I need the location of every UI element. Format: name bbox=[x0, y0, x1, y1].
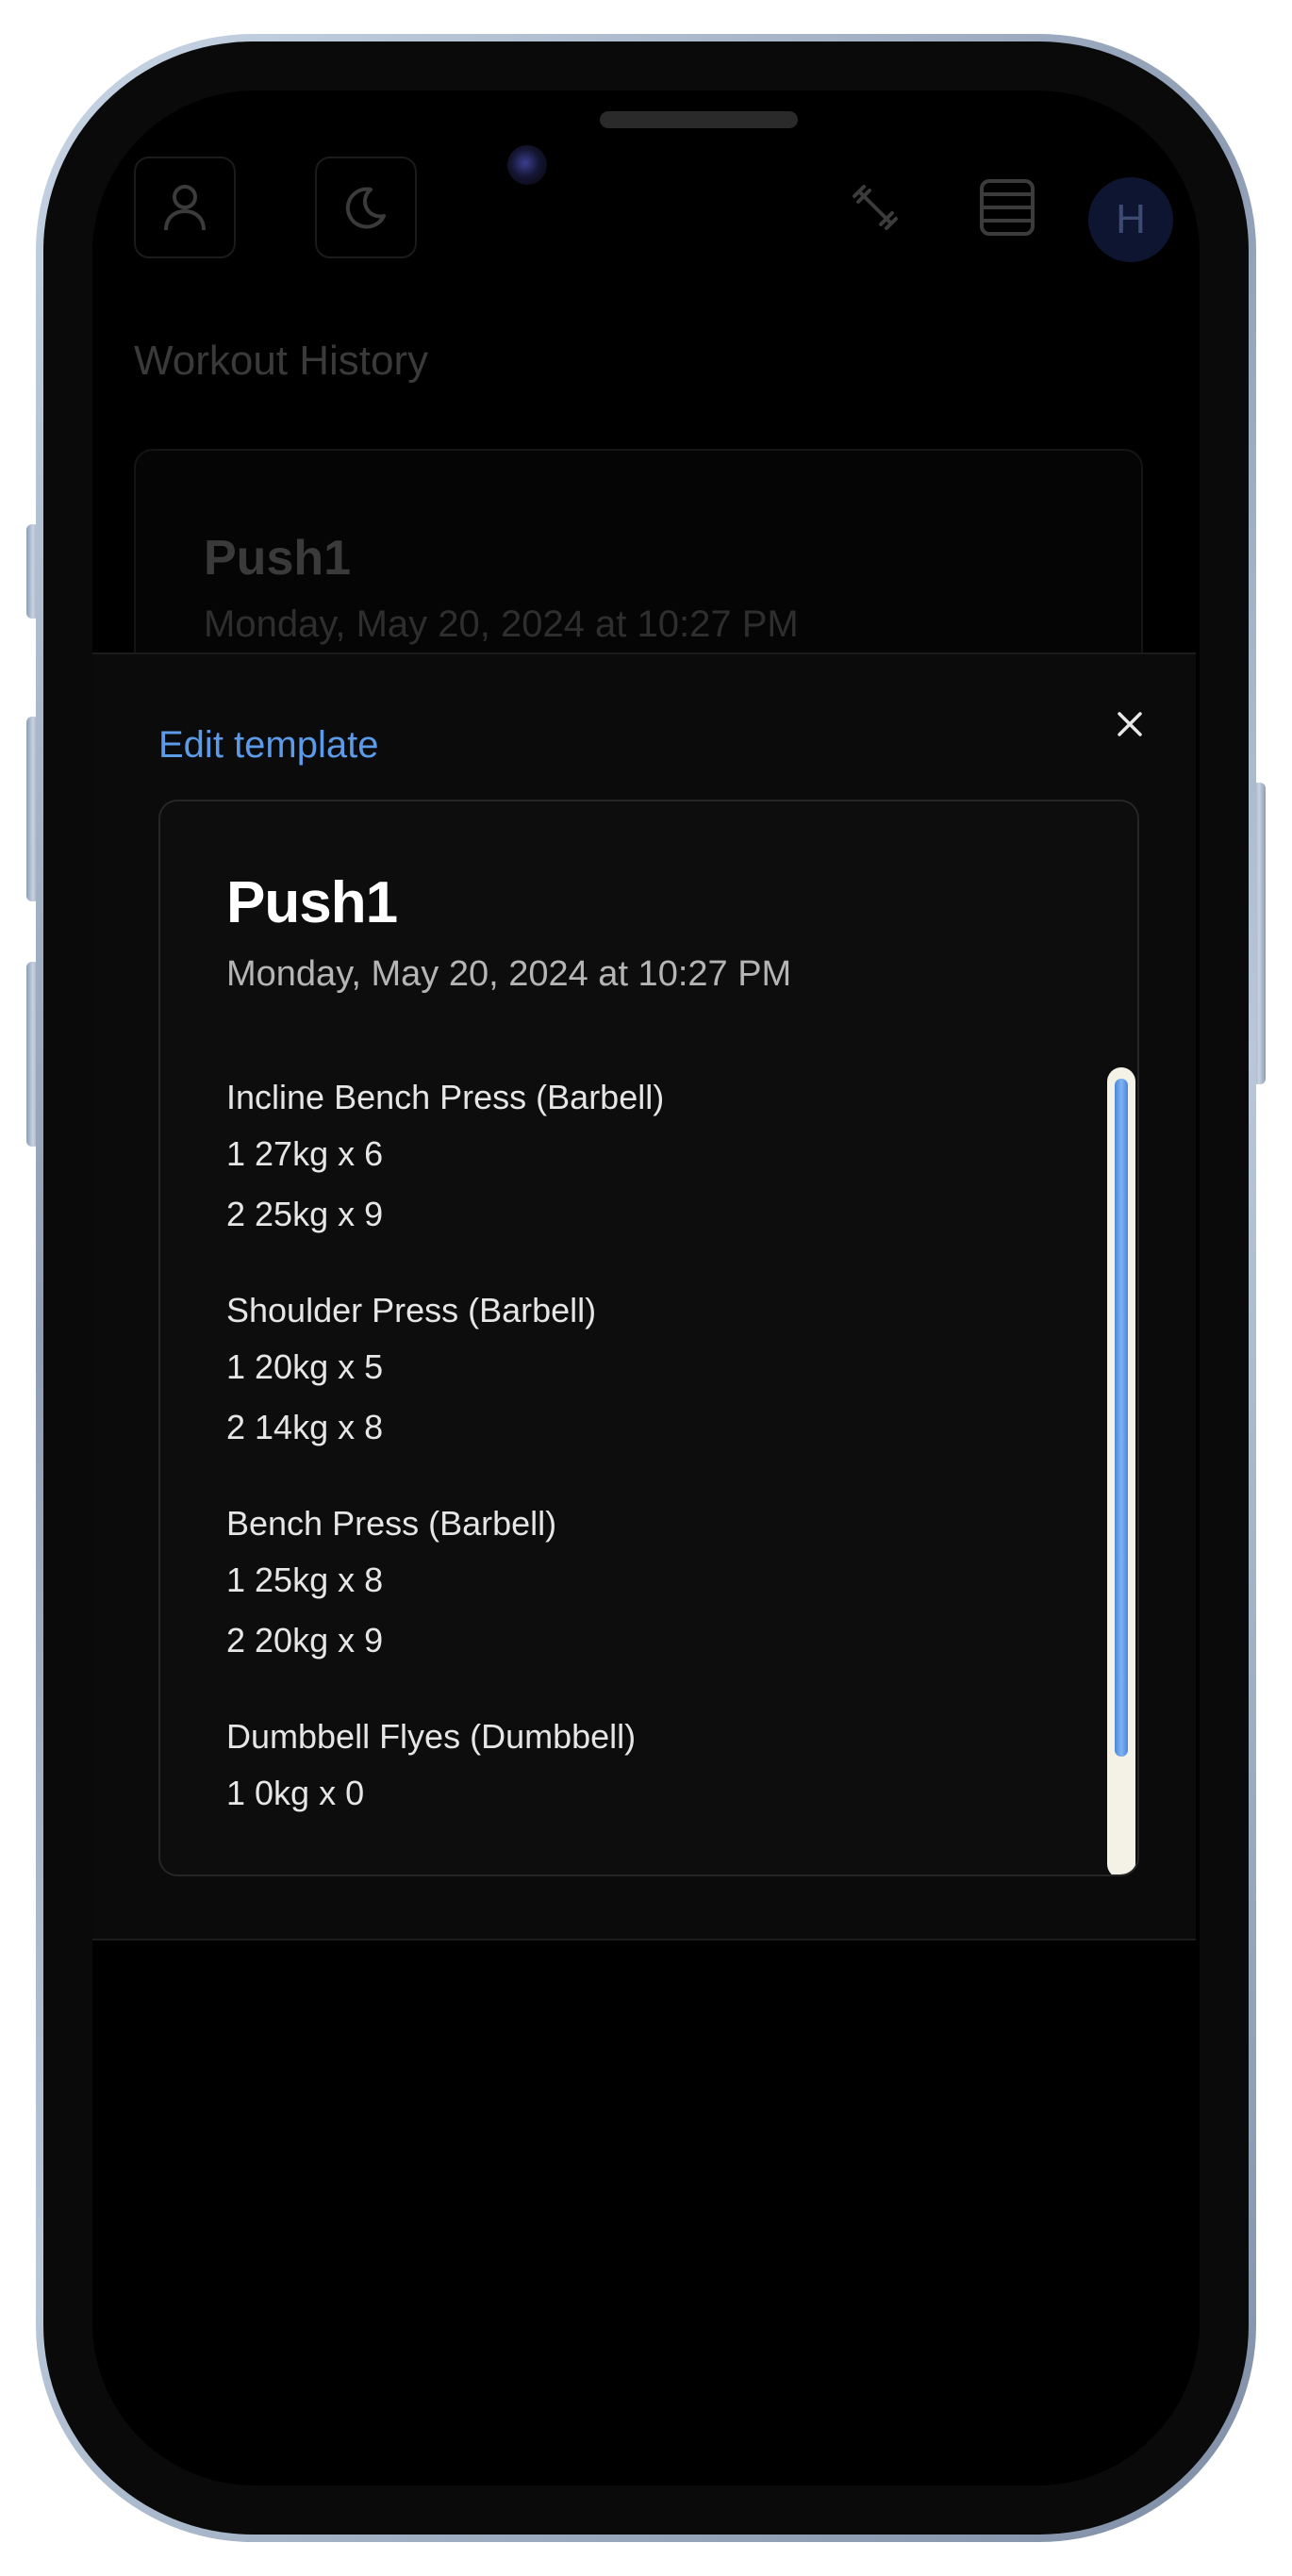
workout-detail-card: Push1 Monday, May 20, 2024 at 10:27 PM I… bbox=[158, 800, 1139, 1876]
workout-detail-modal: Edit template Push1 Monday, May 20, 2024… bbox=[92, 652, 1196, 1940]
set-row: 2 14kg x 8 bbox=[226, 1408, 384, 1446]
set-row: 1 27kg x 6 bbox=[226, 1134, 384, 1173]
moon-icon bbox=[345, 187, 386, 229]
scrollbar[interactable] bbox=[1107, 1067, 1135, 1874]
scrollbar-thumb[interactable] bbox=[1115, 1079, 1128, 1757]
workout-title: Push1 bbox=[226, 870, 398, 935]
set-row: 2 25kg x 9 bbox=[226, 1195, 384, 1233]
set-row: 1 0kg x 0 bbox=[226, 1774, 365, 1812]
close-button[interactable] bbox=[1107, 702, 1152, 747]
avatar[interactable]: H bbox=[1088, 177, 1173, 262]
profile-button[interactable] bbox=[134, 157, 236, 258]
set-row: 1 25kg x 8 bbox=[226, 1560, 384, 1599]
avatar-initial: H bbox=[1116, 196, 1146, 242]
phone-frame: H Workout History Push1 Monday, May 20, … bbox=[36, 34, 1256, 2542]
set-row: 1 20kg x 5 bbox=[226, 1347, 384, 1386]
set-row: 2 20kg x 9 bbox=[226, 1621, 384, 1660]
exercise-name: Dumbbell Flyes (Dumbbell) bbox=[226, 1717, 637, 1756]
notch bbox=[417, 91, 871, 196]
exercise-item: Incline Bench Press (Barbell) 1 27kg x 6 2… bbox=[226, 1071, 1075, 1245]
dumbbell-icon bbox=[853, 185, 898, 230]
workout-card-date: Monday, May 20, 2024 at 10:27 PM bbox=[204, 603, 799, 645]
edit-template-link[interactable]: Edit template bbox=[158, 724, 378, 767]
page-title: Workout History bbox=[134, 338, 429, 384]
speaker-grille bbox=[600, 111, 798, 128]
exercise-list[interactable]: Incline Bench Press (Barbell) 1 27kg x 6 2… bbox=[226, 1071, 1075, 1861]
theme-toggle-button[interactable] bbox=[315, 157, 417, 258]
exercise-item: Bench Press (Barbell) 1 25kg x 8 2 20kg x … bbox=[226, 1497, 1075, 1671]
phone-bezel: H Workout History Push1 Monday, May 20, … bbox=[43, 41, 1249, 2535]
history-nav-button[interactable] bbox=[969, 170, 1045, 245]
close-icon bbox=[1118, 712, 1142, 736]
front-camera bbox=[507, 145, 547, 185]
workout-date: Monday, May 20, 2024 at 10:27 PM bbox=[226, 954, 792, 994]
exercise-item: Shoulder Press (Barbell) 1 20kg x 5 2 14kg… bbox=[226, 1284, 1075, 1458]
exercise-name: Shoulder Press (Barbell) bbox=[226, 1291, 597, 1329]
workout-card-title: Push1 bbox=[204, 531, 352, 586]
user-icon bbox=[164, 185, 206, 231]
exercise-name: Bench Press (Barbell) bbox=[226, 1504, 557, 1543]
exercise-name: Incline Bench Press (Barbell) bbox=[226, 1078, 665, 1116]
exercise-item: Dumbbell Flyes (Dumbbell) 1 0kg x 0 bbox=[226, 1710, 1075, 1824]
list-icon bbox=[980, 179, 1035, 236]
phone-screen: H Workout History Push1 Monday, May 20, … bbox=[92, 91, 1200, 2485]
